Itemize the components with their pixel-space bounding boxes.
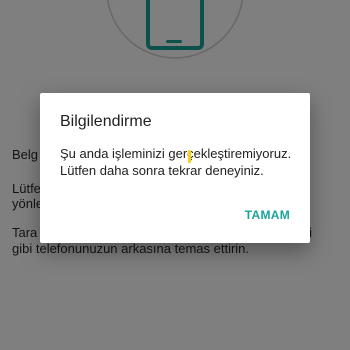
dialog-message: Şu anda işleminizi gerçekleştiremiyoruz.… bbox=[60, 146, 292, 178]
text-cursor-icon bbox=[188, 150, 191, 163]
dialog-title: Bilgilendirme bbox=[60, 113, 152, 130]
ok-button[interactable]: TAMAM bbox=[245, 208, 290, 222]
info-dialog: Bilgilendirme Şu anda işleminizi gerçekl… bbox=[40, 93, 310, 243]
